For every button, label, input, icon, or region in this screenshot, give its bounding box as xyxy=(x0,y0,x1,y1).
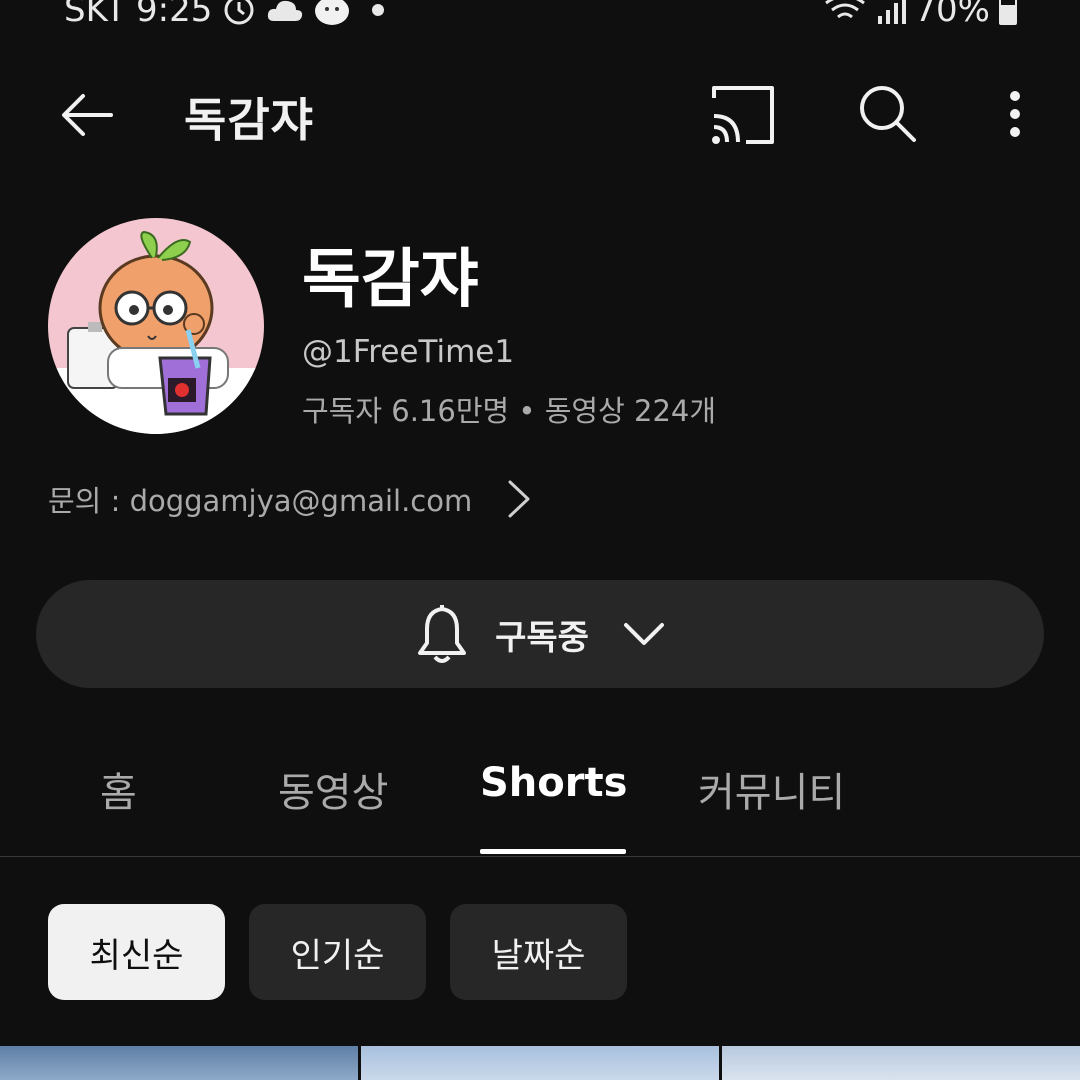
dot-icon xyxy=(372,4,385,16)
top-app-bar: 독감쟈 xyxy=(0,70,1080,160)
subscribed-button[interactable]: 구독중 xyxy=(36,580,1044,688)
chip-latest[interactable]: 최신순 xyxy=(48,904,225,1000)
tab-videos[interactable]: 동영상 xyxy=(278,760,388,818)
signal-icon xyxy=(878,0,907,24)
status-left: SKT 9:25 xyxy=(64,0,394,30)
cast-button[interactable] xyxy=(706,82,782,148)
subscribe-label: 구독중 xyxy=(495,617,589,658)
shorts-grid xyxy=(0,1046,1080,1080)
tab-shorts[interactable]: Shorts xyxy=(480,760,627,806)
search-icon xyxy=(860,86,916,142)
active-tab-indicator xyxy=(480,849,626,854)
channel-stats: 구독자 6.16만명 • 동영상 224개 xyxy=(302,394,717,428)
chevron-down-icon xyxy=(623,623,664,645)
tab-home[interactable]: 홈 xyxy=(100,760,137,818)
channel-about-link[interactable]: 문의 : doggamjya@gmail.com xyxy=(48,478,532,520)
wifi-icon xyxy=(825,0,866,19)
shorts-thumbnail[interactable] xyxy=(361,1046,719,1080)
carrier-label: SKT xyxy=(64,0,127,30)
bell-icon xyxy=(418,605,467,663)
cast-icon xyxy=(712,86,774,144)
channel-handle: @1FreeTime1 xyxy=(302,334,515,370)
chip-popular[interactable]: 인기순 xyxy=(249,904,426,1000)
cloud-icon xyxy=(268,0,303,21)
tab-community[interactable]: 커뮤니티 xyxy=(698,760,845,818)
avatar-image xyxy=(48,218,264,434)
page-title: 독감쟈 xyxy=(184,93,314,147)
battery-percent: 70% xyxy=(914,0,990,30)
shorts-thumbnail[interactable] xyxy=(0,1046,358,1080)
back-button[interactable] xyxy=(52,80,122,150)
sort-chips: 최신순 인기순 날짜순 xyxy=(48,904,627,1000)
status-bar: SKT 9:25 70% xyxy=(0,0,1080,36)
channel-avatar[interactable] xyxy=(48,218,264,434)
more-options-button[interactable] xyxy=(990,80,1040,150)
battery-icon xyxy=(999,0,1017,25)
face-icon xyxy=(315,0,350,25)
alarm-icon xyxy=(224,0,254,25)
channel-tabs: 홈 동영상 Shorts 커뮤니티 xyxy=(0,740,1080,857)
search-button[interactable] xyxy=(852,80,922,150)
more-vertical-icon xyxy=(1010,91,1020,137)
about-text: 문의 : doggamjya@gmail.com xyxy=(48,484,473,518)
clock-time: 9:25 xyxy=(136,0,213,30)
channel-name: 독감쟈 xyxy=(302,243,479,317)
status-right: 70% xyxy=(822,0,1018,30)
back-arrow-icon xyxy=(62,94,113,136)
chevron-right-icon xyxy=(508,480,530,518)
chip-date[interactable]: 날짜순 xyxy=(450,904,627,1000)
shorts-thumbnail[interactable] xyxy=(722,1046,1080,1080)
